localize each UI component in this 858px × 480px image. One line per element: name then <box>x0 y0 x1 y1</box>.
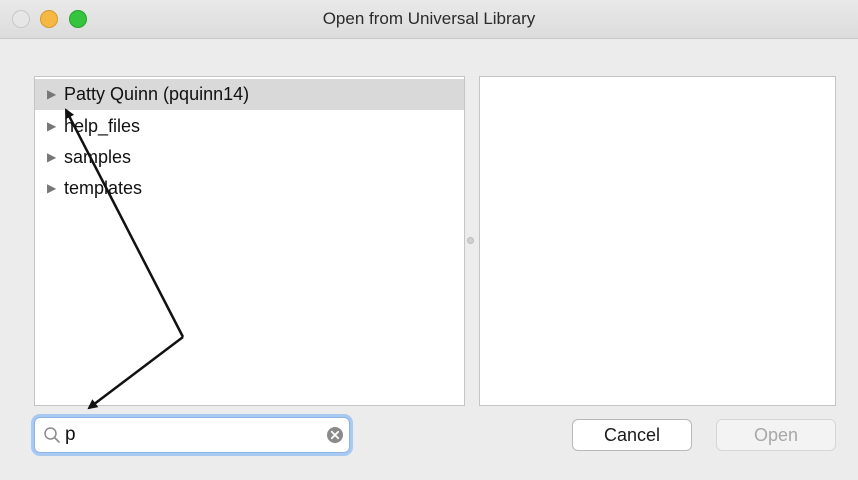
title-bar: Open from Universal Library <box>0 0 858 39</box>
window-title: Open from Universal Library <box>322 9 536 28</box>
library-tree-pane[interactable]: ▶ Patty Quinn (pquinn14) ▶ help_files ▶ … <box>34 76 465 406</box>
preview-pane <box>479 76 836 406</box>
search-input[interactable] <box>65 422 315 448</box>
search-icon <box>44 427 60 443</box>
tree-item-label: help_files <box>64 116 141 136</box>
tree-item[interactable]: ▶ Patty Quinn (pquinn14) <box>35 79 464 110</box>
tree-item[interactable]: ▶ help_files <box>35 111 464 142</box>
clear-icon[interactable] <box>326 426 344 444</box>
tree-item-label: samples <box>64 147 132 167</box>
disclosure-triangle-icon[interactable]: ▶ <box>47 173 56 204</box>
disclosure-triangle-icon[interactable]: ▶ <box>47 142 56 173</box>
search-field[interactable] <box>34 417 350 453</box>
tree-item-label: Patty Quinn (pquinn14) <box>64 84 250 104</box>
disclosure-triangle-icon[interactable]: ▶ <box>47 79 56 110</box>
cancel-button[interactable]: Cancel <box>572 419 692 451</box>
tree-item[interactable]: ▶ samples <box>35 142 464 173</box>
tree-item[interactable]: ▶ templates <box>35 173 464 204</box>
tree-item-label: templates <box>64 178 143 198</box>
open-button[interactable]: Open <box>716 419 836 451</box>
disclosure-triangle-icon[interactable]: ▶ <box>47 111 56 142</box>
split-view-handle[interactable] <box>467 237 474 244</box>
